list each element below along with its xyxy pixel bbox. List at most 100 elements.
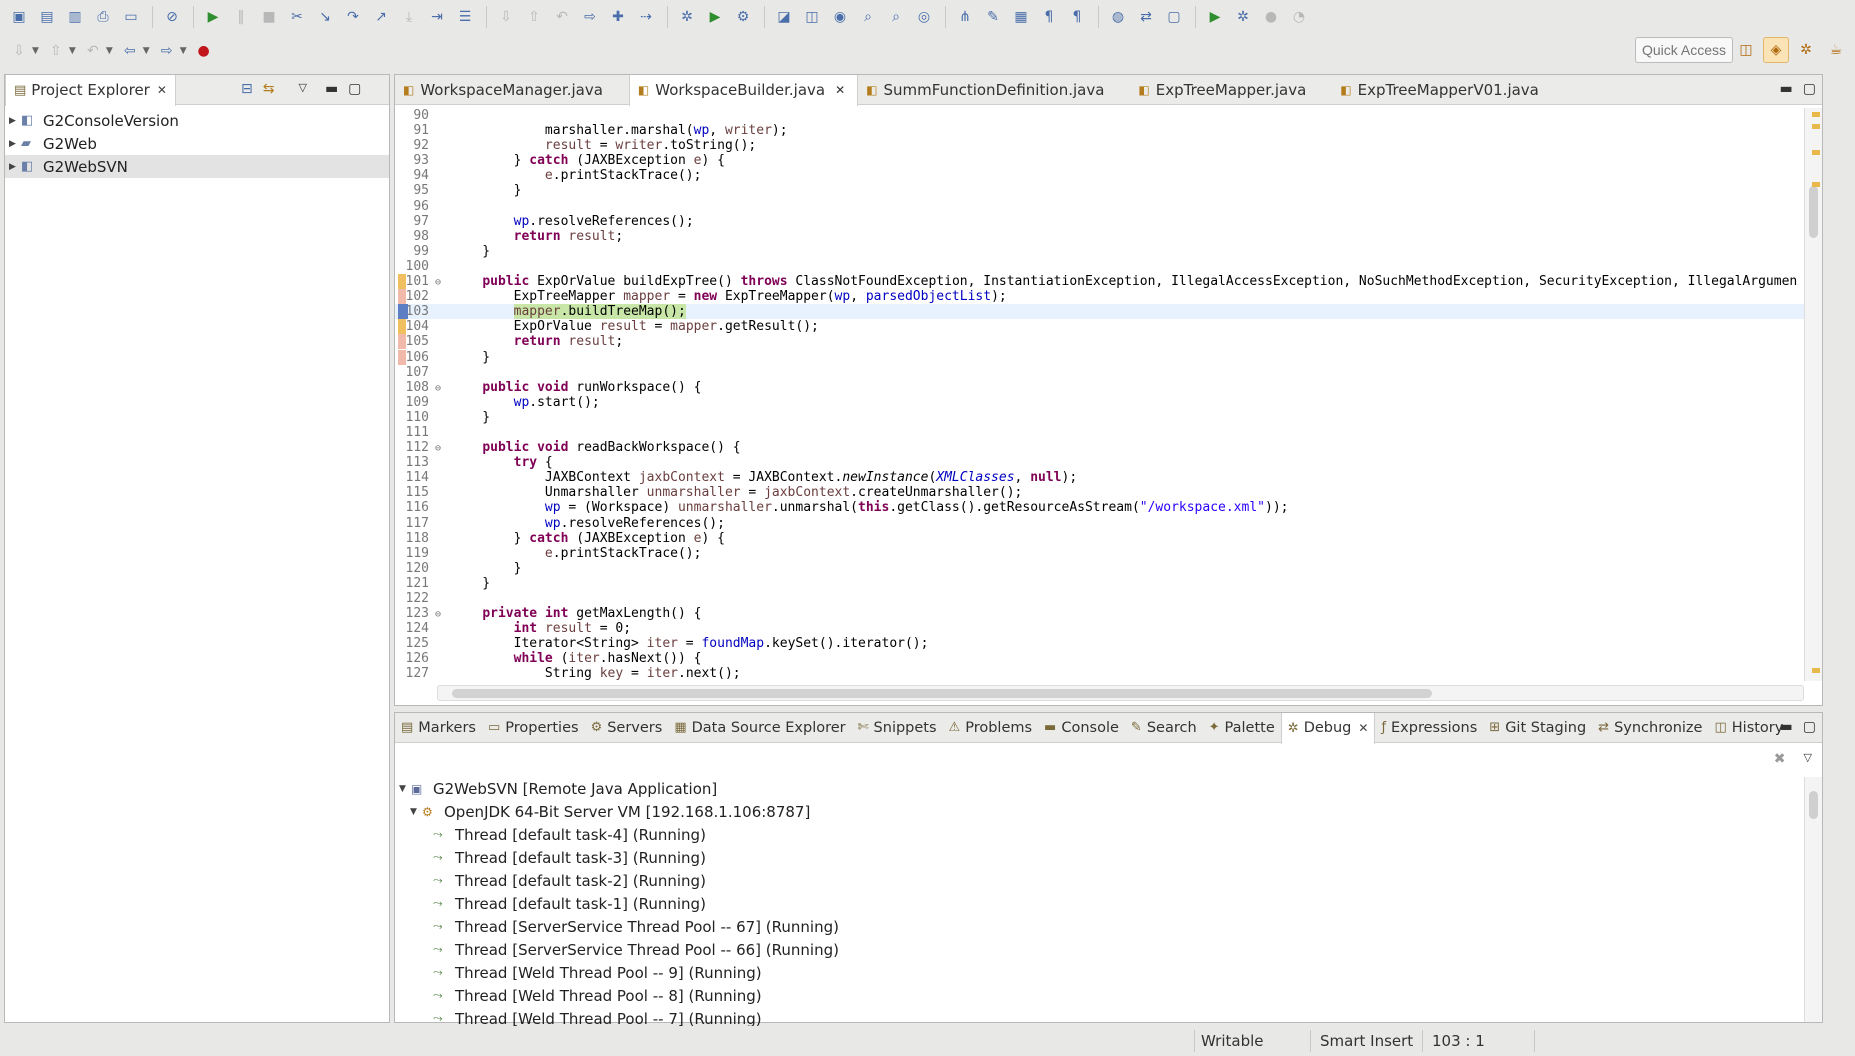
code-line[interactable]: 110 } [395,410,1804,425]
editor-tab[interactable]: ◧ WorkspaceBuilder.java ✕ [628,74,859,106]
synchronize-icon[interactable]: ⇄ [1133,4,1159,30]
dropdown-arrow-icon[interactable]: ▼ [143,46,150,56]
code-line[interactable]: 120 } [395,561,1804,576]
tab-snippets[interactable]: ✄ Snippets [852,713,943,743]
editor-tab[interactable]: ◧ ExpTreeMapper.java [1130,75,1318,105]
debug-launch-item[interactable]: ▼ ▣ G2WebSVN [Remote Java Application] [395,777,1804,800]
open-console-icon[interactable]: ▭ [118,4,144,30]
toggle-mark-icon[interactable]: ✚ [605,4,631,30]
tab-console[interactable]: ▬ Console [1038,713,1125,743]
debug-thread-item[interactable]: ⤳ Thread [ServerService Thread Pool -- 67… [395,915,1804,938]
code-line[interactable]: 100 [395,259,1804,274]
view-menu-icon[interactable]: ▽ [1804,751,1812,767]
new-package-icon[interactable]: ◫ [799,4,825,30]
forward-icon[interactable]: ⇨ [577,4,603,30]
java-perspective-icon[interactable]: ☕ [1823,37,1849,63]
remove-terminated-icon[interactable]: ✖ [1774,751,1786,767]
run-to-line-icon[interactable]: ⇢ [633,4,659,30]
close-icon[interactable]: ✕ [157,83,167,97]
forward-icon[interactable]: ⇨ [154,38,180,64]
tab-history[interactable]: ◫ History [1708,713,1789,743]
save-all-icon[interactable]: ▥ [62,4,88,30]
external-tools-icon[interactable]: ⚙ [730,4,756,30]
fold-icon[interactable]: ⊖ [435,381,451,396]
overview-marker[interactable] [1812,668,1820,673]
code-line[interactable]: 116 wp = (Workspace) unmarshaller.unmars… [395,500,1804,515]
code-line[interactable]: 124 int result = 0; [395,621,1804,636]
open-perspective-icon[interactable]: ◫ [1733,37,1759,63]
debug-thread-item[interactable]: ⤳ Thread [default task-4] (Running) [395,823,1804,846]
expand-arrow-icon[interactable]: ▶ [9,139,21,149]
debug-thread-item[interactable]: ⤳ Thread [ServerService Thread Pool -- 66… [395,938,1804,961]
globe-icon[interactable]: ◍ [1105,4,1131,30]
fold-icon[interactable]: ⊖ [435,275,451,290]
code-line[interactable]: 109 wp.start(); [395,395,1804,410]
debug-thread-item[interactable]: ⤳ Thread [Weld Thread Pool -- 8] (Running… [395,984,1804,1007]
code-line[interactable]: 102 ExpTreeMapper mapper = new ExpTreeMa… [395,289,1804,305]
dropdown-arrow-icon[interactable]: ▼ [32,46,39,56]
dropdown-arrow-icon[interactable]: ▼ [180,46,187,56]
dropdown-arrow-icon[interactable]: ▼ [106,46,113,56]
code-line[interactable]: 92 result = writer.toString(); [395,138,1804,153]
open-type-icon[interactable]: ⌕ [855,4,881,30]
code-line[interactable]: 99 } [395,244,1804,259]
new-icon[interactable]: ▣ [6,4,32,30]
code-line[interactable]: 107 [395,365,1804,380]
code-line[interactable]: 112 ⊖ public void readBackWorkspace() { [395,440,1804,455]
code-editor[interactable]: 90 91 marshaller.marshal(wp, writer); 92 r… [395,108,1804,681]
code-line[interactable]: 119 e.printStackTrace(); [395,546,1804,561]
tab-properties[interactable]: ▭ Properties [482,713,585,743]
maximize-icon[interactable]: ▢ [348,81,361,97]
tab-problems[interactable]: ⚠ Problems [943,713,1039,743]
disconnect-icon[interactable]: ✂ [284,4,310,30]
tree-item-project[interactable]: ▶ ▰ G2Web [5,132,389,155]
overview-marker[interactable] [1812,124,1820,129]
next-annotation-icon[interactable]: ⇩ [6,38,32,64]
tab-debug[interactable]: ✲ Debug ✕ [1280,712,1376,744]
tab-servers[interactable]: ⚙ Servers [585,713,669,743]
tab-project-explorer[interactable]: ▤ Project Explorer ✕ [5,74,176,106]
code-line[interactable]: 115 Unmarshaller unmarshaller = jaxbCont… [395,485,1804,500]
minimize-icon[interactable]: ▬ [1780,719,1793,735]
close-icon[interactable]: ✕ [1358,721,1368,735]
debug-thread-item[interactable]: ⤳ Thread [default task-1] (Running) [395,892,1804,915]
tab-synchronize[interactable]: ⇄ Synchronize [1592,713,1708,743]
code-line[interactable]: 103 mapper.buildTreeMap(); [395,304,1804,320]
code-line[interactable]: 101 ⊖ public ExpOrValue buildExpTree() th… [395,274,1804,290]
block-selection-icon[interactable]: ▦ [1008,4,1034,30]
maximize-icon[interactable]: ▢ [1803,719,1816,735]
print-icon[interactable]: ⎙ [90,4,116,30]
overview-marker[interactable] [1812,182,1820,187]
mark-occurrences-icon[interactable]: ✎ [980,4,1006,30]
tab-git-staging[interactable]: ⊞ Git Staging [1483,713,1592,743]
code-line[interactable]: 127 String key = iter.next(); [395,666,1804,681]
code-line[interactable]: 108 ⊖ public void runWorkspace() { [395,380,1804,395]
debug-icon[interactable]: ✲ [674,4,700,30]
code-line[interactable]: 97 wp.resolveReferences(); [395,214,1804,229]
dropdown-arrow-icon[interactable]: ▼ [69,46,76,56]
code-line[interactable]: 111 [395,425,1804,440]
code-line[interactable]: 125 Iterator<String> iter = foundMap.key… [395,636,1804,651]
window-icon[interactable]: ▢ [1161,4,1187,30]
tab-data-source-explorer[interactable]: ▦ Data Source Explorer [668,713,851,743]
code-line[interactable]: 96 [395,199,1804,214]
debug-thread-item[interactable]: ⤳ Thread [default task-2] (Running) [395,869,1804,892]
code-line[interactable]: 117 wp.resolveReferences(); [395,516,1804,531]
last-edit-icon[interactable]: ↶ [80,38,106,64]
editor-tab[interactable]: ◧ ExpTreeMapperV01.java [1332,75,1551,105]
debug-thread-item[interactable]: ⤳ Thread [default task-3] (Running) [395,846,1804,869]
editor-tab[interactable]: ◧ WorkspaceManager.java [395,75,615,105]
back-icon[interactable]: ⇦ [117,38,143,64]
scroll-thumb[interactable] [1809,791,1818,819]
code-line[interactable]: 98 return result; [395,229,1804,244]
step-return-icon[interactable]: ↗ [368,4,394,30]
suspend-icon[interactable]: ‖ [228,4,254,30]
code-line[interactable]: 93 } catch (JAXBException e) { [395,153,1804,168]
paragraph-icon[interactable]: ¶ [1064,4,1090,30]
code-line[interactable]: 122 [395,591,1804,606]
terminate-icon[interactable]: ■ [256,4,282,30]
redhat-icon[interactable]: ● [191,38,217,64]
vertical-scrollbar[interactable] [1804,777,1822,1022]
code-line[interactable]: 114 JAXBContext jaxbContext = JAXBContex… [395,470,1804,485]
step-into-icon[interactable]: ↘ [312,4,338,30]
